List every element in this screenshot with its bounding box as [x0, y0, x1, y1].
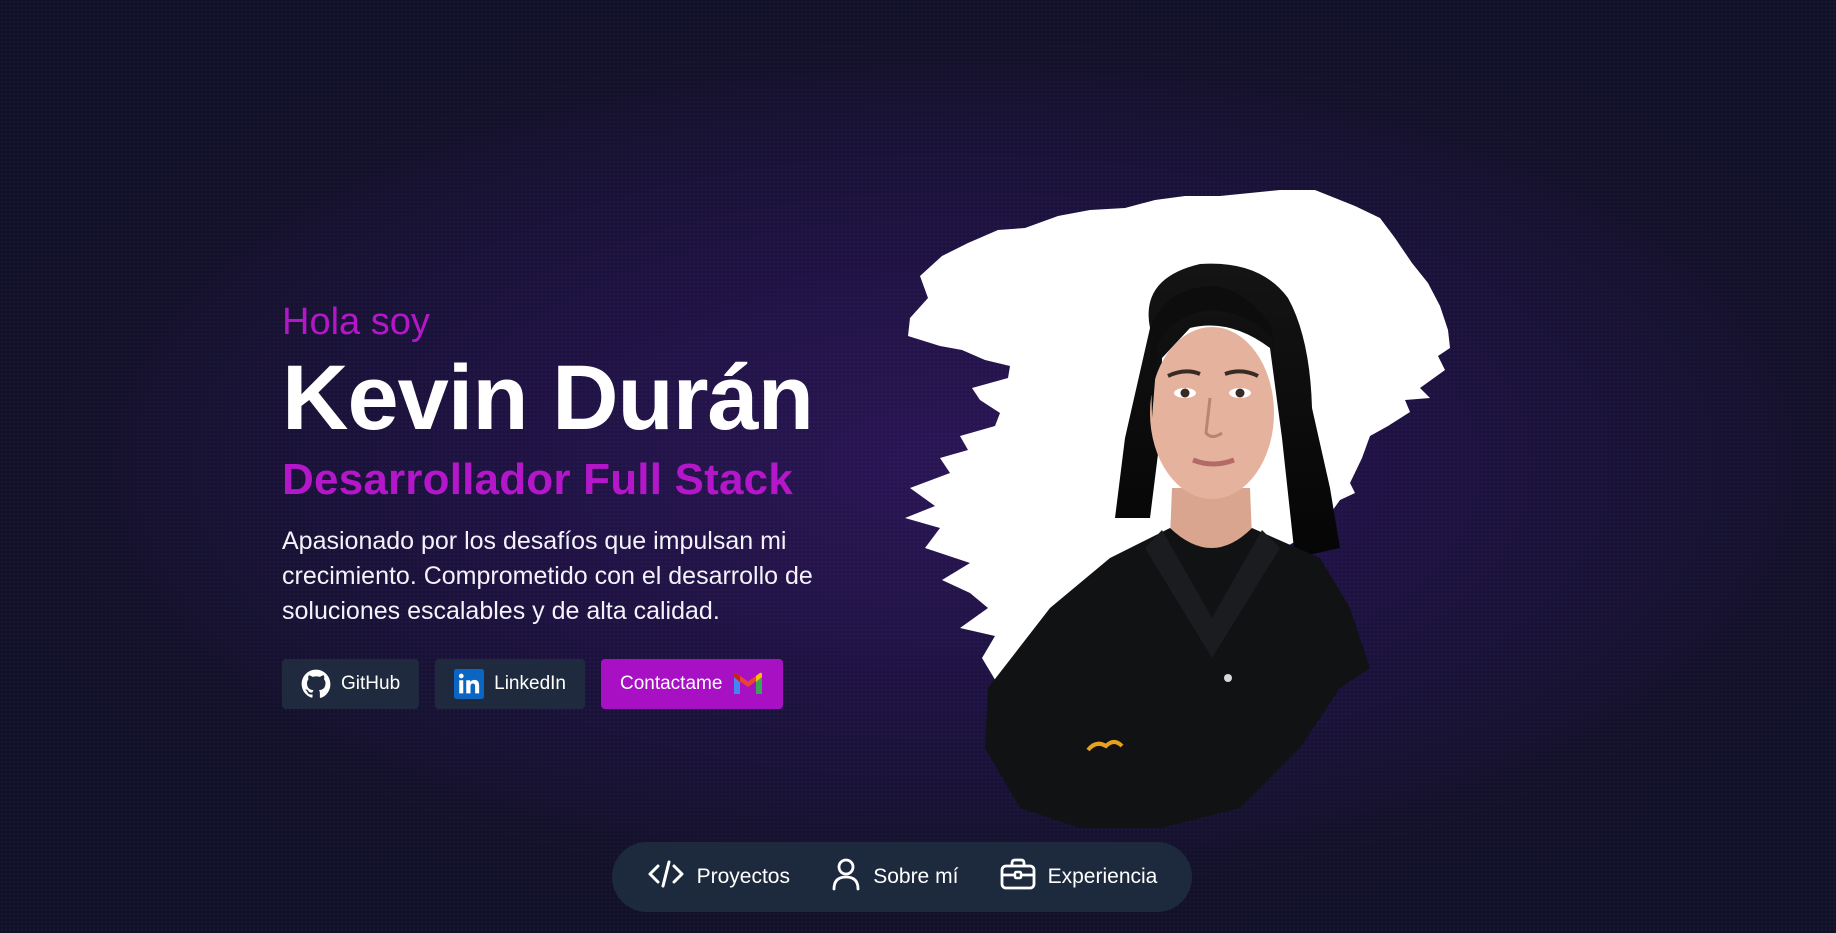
code-icon [647, 859, 685, 895]
profile-photo [900, 188, 1520, 828]
job-title: Desarrollador Full Stack [282, 455, 793, 504]
github-label: GitHub [341, 673, 401, 694]
hero-intro: Hola soy Kevin Durán Desarrollador Full … [282, 296, 842, 709]
social-buttons: GitHub LinkedIn Contactame [282, 659, 842, 709]
person-name: Kevin Durán [282, 347, 814, 449]
briefcase-icon [1000, 858, 1036, 896]
linkedin-button[interactable]: LinkedIn [435, 659, 585, 709]
greeting-text: Hola soy [282, 301, 430, 343]
nav-item-projects[interactable]: Proyectos [647, 859, 790, 895]
contact-button[interactable]: Contactame [600, 659, 784, 709]
github-button[interactable]: GitHub [282, 659, 420, 709]
bottom-nav-dock: Proyectos Sobre mí Experiencia [612, 842, 1192, 912]
github-icon [301, 669, 331, 699]
nav-label-about: Sobre mí [873, 865, 959, 888]
linkedin-icon [454, 669, 485, 699]
hero-description: Apasionado por los desafíos que impulsan… [282, 527, 813, 625]
linkedin-label: LinkedIn [494, 673, 566, 694]
nav-item-about[interactable]: Sobre mí [831, 857, 958, 897]
nav-label-projects: Proyectos [696, 865, 790, 888]
nav-item-experience[interactable]: Experiencia [1000, 858, 1158, 896]
user-icon [831, 857, 861, 897]
nav-label-experience: Experiencia [1047, 865, 1158, 888]
gmail-icon [732, 672, 764, 696]
contact-label: Contactame [619, 673, 723, 694]
